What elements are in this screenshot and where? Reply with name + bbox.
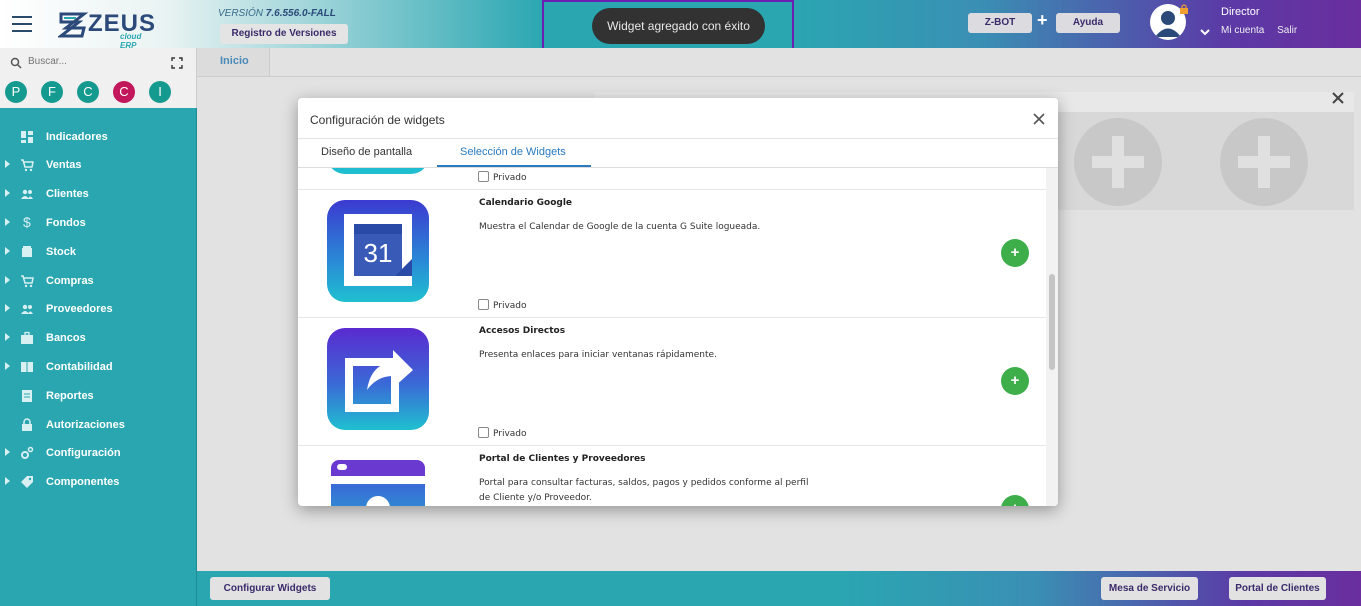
sidebar-item-reportes[interactable]: Reportes bbox=[0, 384, 197, 408]
widget-description: Muestra el Calendar de Google de la cuen… bbox=[479, 222, 761, 232]
menu-icon[interactable] bbox=[12, 16, 32, 32]
widget-list: Privado 31 Calendario Google Muestra el … bbox=[298, 168, 1046, 506]
quick-circle-i[interactable]: I bbox=[149, 81, 171, 103]
quick-circle-c[interactable]: C bbox=[77, 81, 99, 103]
salir-link[interactable]: Salir bbox=[1277, 25, 1297, 36]
widget-description: Portal para consultar facturas, saldos, … bbox=[479, 478, 809, 503]
registro-versiones-button[interactable]: Registro de Versiones bbox=[220, 24, 348, 44]
search-icon bbox=[10, 57, 22, 69]
configurar-widgets-button[interactable]: Configurar Widgets bbox=[210, 577, 330, 600]
cart-icon bbox=[21, 159, 34, 172]
quick-circle-p[interactable]: P bbox=[5, 81, 27, 103]
calendar-day-text: 31 bbox=[364, 238, 393, 268]
people-icon bbox=[21, 304, 33, 314]
scrollbar-thumb[interactable] bbox=[1049, 274, 1055, 370]
close-icon[interactable] bbox=[1032, 112, 1046, 126]
lock-icon bbox=[22, 418, 32, 431]
modal-title: Configuración de widgets bbox=[310, 113, 445, 127]
portal-icon bbox=[327, 456, 429, 506]
book-icon bbox=[21, 362, 33, 372]
add-widget-placeholder[interactable] bbox=[1220, 118, 1308, 206]
sidebar: Indicadores Ventas Clientes $ Fondos Sto… bbox=[0, 108, 197, 606]
sidebar-item-compras[interactable]: Compras bbox=[0, 269, 197, 293]
gears-icon bbox=[21, 446, 34, 459]
sidebar-item-stock[interactable]: Stock bbox=[0, 240, 197, 264]
widget-title: Calendario Google bbox=[479, 198, 573, 208]
add-widget-placeholder[interactable] bbox=[1074, 118, 1162, 206]
list-item: Portal de Clientes y Proveedores Portal … bbox=[298, 446, 1046, 506]
mesa-servicio-button[interactable]: Mesa de Servicio bbox=[1101, 577, 1198, 600]
scrollbar[interactable] bbox=[1046, 168, 1058, 506]
chevron-down-icon[interactable] bbox=[1199, 26, 1211, 38]
user-links: Mi cuenta Salir bbox=[1221, 25, 1307, 36]
private-checkbox[interactable]: Privado bbox=[478, 171, 527, 183]
widget-config-modal: Configuración de widgets Diseño de panta… bbox=[298, 98, 1058, 506]
toast-notification: Widget agregado con éxito bbox=[592, 8, 765, 44]
report-icon bbox=[22, 390, 32, 402]
close-icon[interactable] bbox=[1330, 90, 1346, 106]
shortcut-share-icon bbox=[327, 328, 429, 430]
widget-title: Accesos Directos bbox=[479, 326, 566, 336]
add-widget-button[interactable]: + bbox=[1001, 239, 1029, 267]
sidebar-item-proveedores[interactable]: Proveedores bbox=[0, 297, 197, 321]
tab-inicio[interactable]: Inicio bbox=[197, 48, 270, 76]
stock-icon bbox=[22, 246, 32, 257]
quick-circle-f[interactable]: F bbox=[41, 81, 63, 103]
sidebar-item-contabilidad[interactable]: Contabilidad bbox=[0, 355, 197, 379]
briefcase-icon bbox=[21, 331, 33, 344]
quick-circle-c-pink[interactable]: C bbox=[113, 81, 135, 103]
sidebar-item-clientes[interactable]: Clientes bbox=[0, 182, 197, 206]
private-checkbox[interactable]: Privado bbox=[478, 427, 527, 439]
add-widget-button[interactable]: + bbox=[1001, 367, 1029, 395]
version-text: VERSIÓN 7.6.556.0-FALL bbox=[218, 8, 336, 19]
google-calendar-icon: 31 bbox=[327, 200, 429, 302]
dollar-icon: $ bbox=[23, 214, 31, 230]
mi-cuenta-link[interactable]: Mi cuenta bbox=[1221, 25, 1264, 36]
sidebar-item-configuracion[interactable]: Configuración bbox=[0, 441, 197, 465]
fullscreen-icon[interactable] bbox=[171, 57, 183, 69]
bottom-footer: Configurar Widgets Mesa de Servicio Port… bbox=[197, 571, 1361, 606]
cart-add-icon bbox=[21, 275, 34, 288]
lock-icon bbox=[1180, 4, 1188, 14]
sidebar-top: PFCCI bbox=[0, 48, 197, 108]
sidebar-item-ventas[interactable]: Ventas bbox=[0, 153, 197, 177]
search-input[interactable] bbox=[28, 56, 148, 67]
private-checkbox[interactable]: Privado bbox=[478, 299, 527, 311]
dashboard-icon bbox=[21, 131, 33, 143]
list-item: Accesos Directos Presenta enlaces para i… bbox=[298, 318, 1046, 446]
sidebar-item-bancos[interactable]: Bancos bbox=[0, 326, 197, 350]
widget-title: Portal de Clientes y Proveedores bbox=[479, 454, 646, 464]
tab-divider bbox=[197, 76, 1361, 77]
list-item: Privado bbox=[298, 168, 1046, 190]
portal-clientes-button[interactable]: Portal de Clientes bbox=[1229, 577, 1326, 600]
ayuda-button[interactable]: Ayuda bbox=[1056, 13, 1120, 33]
top-header: ZEUS cloud ERP VERSIÓN 7.6.556.0-FALL Re… bbox=[0, 0, 1361, 55]
add-widget-button[interactable]: + bbox=[1001, 495, 1029, 506]
people-icon bbox=[21, 189, 33, 199]
zeus-logo: ZEUS cloud ERP bbox=[58, 8, 158, 50]
plus-icon[interactable]: + bbox=[1037, 10, 1048, 31]
modal-divider bbox=[298, 138, 1058, 139]
sidebar-item-fondos[interactable]: $ Fondos bbox=[0, 211, 197, 235]
sidebar-item-autorizaciones[interactable]: Autorizaciones bbox=[0, 413, 197, 437]
tag-icon bbox=[21, 476, 33, 488]
sidebar-item-componentes[interactable]: Componentes bbox=[0, 470, 197, 494]
widget-icon bbox=[327, 168, 429, 174]
zbot-button[interactable]: Z-BOT bbox=[968, 13, 1032, 33]
list-item: 31 Calendario Google Muestra el Calendar… bbox=[298, 190, 1046, 318]
tab-seleccion-widgets[interactable]: Selección de Widgets bbox=[460, 146, 566, 166]
sidebar-item-indicadores[interactable]: Indicadores bbox=[0, 125, 197, 149]
quick-access-circles: PFCCI bbox=[5, 81, 185, 103]
widget-description: Presenta enlaces para iniciar ventanas r… bbox=[479, 350, 717, 360]
tab-diseno-pantalla[interactable]: Diseño de pantalla bbox=[321, 146, 412, 166]
user-name: Director bbox=[1221, 6, 1260, 18]
search-row bbox=[0, 54, 197, 74]
